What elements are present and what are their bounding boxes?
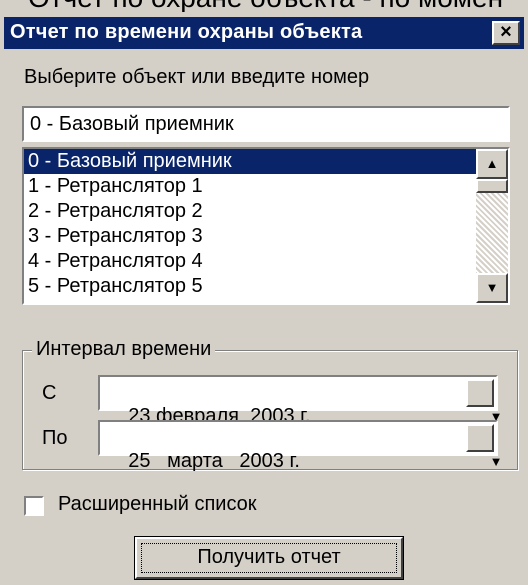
list-item[interactable]: 2 - Ретранслятор 2 xyxy=(24,199,476,224)
list-scrollbar[interactable]: ▲ ▼ xyxy=(476,149,508,303)
triangle-up-icon: ▲ xyxy=(485,156,499,171)
scroll-down-button[interactable]: ▼ xyxy=(476,273,508,303)
from-date-label: С xyxy=(42,382,57,404)
dialog-title: Отчет по времени охраны объекта xyxy=(10,21,363,43)
triangle-down-icon: ▼ xyxy=(485,280,499,295)
from-date-combo[interactable]: 23 февраля 2003 г. ▼ xyxy=(98,375,503,427)
report-dialog: Отчет по времени охраны объекта × Выбери… xyxy=(0,12,528,585)
close-icon: × xyxy=(500,21,512,43)
object-prompt-label: Выберите объект или введите номер xyxy=(24,66,370,88)
object-search-input[interactable]: 0 - Базовый приемник xyxy=(22,106,510,142)
object-listbox[interactable]: 0 - Базовый приемник 1 - Ретранслятор 1 … xyxy=(22,147,510,305)
extended-list-label[interactable]: Расширенный список xyxy=(58,493,257,516)
list-item[interactable]: 5 - Ретранслятор 5 xyxy=(24,274,476,299)
get-report-button[interactable]: Получить отчет xyxy=(134,536,404,580)
to-date-label: По xyxy=(42,427,68,449)
chevron-down-icon: ▼ xyxy=(489,454,503,469)
list-item[interactable]: 4 - Ретранслятор 4 xyxy=(24,249,476,274)
to-date-value: 25 марта 2003 г. xyxy=(128,450,300,472)
scroll-up-button[interactable]: ▲ xyxy=(476,149,508,179)
list-item[interactable]: 3 - Ретранслятор 3 xyxy=(24,224,476,249)
focus-rect xyxy=(141,543,397,573)
to-date-dropdown-button[interactable]: ▼ xyxy=(466,424,503,469)
list-item[interactable]: 1 - Ретранслятор 1 xyxy=(24,174,476,199)
extended-list-checkbox[interactable] xyxy=(24,496,44,516)
time-interval-legend: Интервал времени xyxy=(32,338,216,361)
close-button[interactable]: × xyxy=(492,21,520,45)
list-item[interactable]: 0 - Базовый приемник xyxy=(24,149,476,174)
to-date-combo[interactable]: 25 марта 2003 г. ▼ xyxy=(98,420,503,472)
scroll-thumb[interactable] xyxy=(476,179,508,193)
title-bar[interactable]: Отчет по времени охраны объекта × xyxy=(4,17,524,49)
from-date-dropdown-button[interactable]: ▼ xyxy=(466,379,503,424)
